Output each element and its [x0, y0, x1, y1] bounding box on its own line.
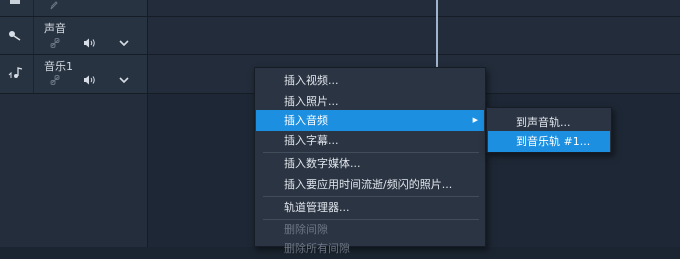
submenu-to-voice-track[interactable]: 到声音轨...	[488, 112, 610, 133]
link-icon[interactable]	[50, 75, 60, 85]
menu-insert-audio-label: 插入音频	[284, 114, 328, 127]
track-type-icon	[10, 0, 20, 4]
track-lane-video[interactable]	[148, 0, 680, 17]
menu-delete-gap[interactable]: 删除间隙	[256, 219, 484, 240]
menu-track-manager[interactable]: 轨道管理器...	[256, 197, 484, 218]
playhead-line[interactable]	[436, 0, 438, 68]
context-menu: 插入视频... 插入照片... 插入音频 ▶ 插入字幕... 插入数字媒体...…	[254, 67, 486, 255]
track-header-music[interactable]: 音乐1	[0, 55, 148, 94]
menu-insert-time-lapse-photo[interactable]: 插入要应用时间流逝/频闪的照片...	[256, 174, 484, 195]
track-name: 音乐1	[44, 60, 73, 73]
microphone-icon	[9, 31, 21, 41]
insert-audio-submenu: 到声音轨... 到音乐轨 #1...	[486, 107, 612, 153]
track-header-video[interactable]	[0, 0, 148, 17]
speaker-icon[interactable]	[83, 75, 96, 85]
pencil-icon[interactable]	[50, 1, 58, 10]
link-icon[interactable]	[50, 38, 60, 48]
chevron-down-icon[interactable]	[119, 40, 129, 46]
track-lane-voice[interactable]	[148, 17, 680, 55]
track-header-voice[interactable]: 声音	[0, 17, 148, 55]
chevron-down-icon[interactable]	[119, 77, 129, 83]
menu-insert-title[interactable]: 插入字幕...	[256, 130, 484, 151]
submenu-to-music-track-1[interactable]: 到音乐轨 #1...	[488, 131, 610, 152]
track-name: 声音	[44, 22, 66, 35]
track-header-empty	[0, 94, 148, 247]
menu-insert-video[interactable]: 插入视频...	[256, 70, 484, 91]
music-note-icon	[8, 67, 23, 78]
menu-insert-photo[interactable]: 插入照片...	[256, 91, 484, 112]
menu-insert-audio[interactable]: 插入音频 ▶	[256, 110, 484, 131]
menu-insert-digital-media[interactable]: 插入数字媒体...	[256, 153, 484, 174]
submenu-arrow-icon: ▶	[472, 116, 478, 124]
menu-delete-all-gaps[interactable]: 删除所有间隙	[256, 238, 484, 259]
speaker-icon[interactable]	[83, 38, 96, 48]
